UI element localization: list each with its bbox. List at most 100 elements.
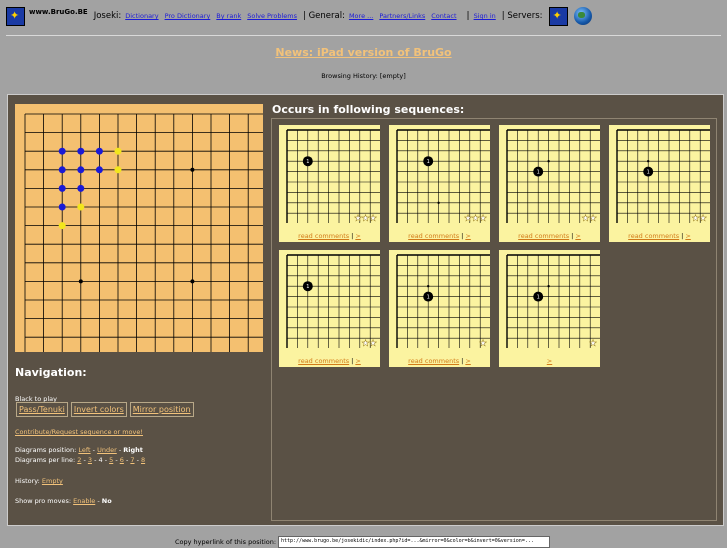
pass-tenuki-button[interactable]: Pass/Tenuki	[16, 402, 68, 417]
card-links: read comments | >	[389, 357, 490, 365]
eu-flag-icon[interactable]	[6, 6, 25, 26]
sequence-card[interactable]: 1 ★ ★ ★ read comments | >	[279, 125, 380, 242]
rating-star-icon: ★	[589, 339, 597, 349]
pro-moves-enable[interactable]: Enable	[73, 497, 95, 505]
card-links: read comments | >	[609, 232, 710, 240]
nav-buttons: Pass/Tenuki Invert colors Mirror positio…	[16, 402, 194, 417]
link-separator: |	[461, 232, 464, 240]
mini-board[interactable]: 1★ ★	[279, 250, 380, 350]
sequence-card[interactable]: 1 ★ ★ ★ read comments | >	[389, 125, 490, 242]
diagrams-position-left[interactable]: Left	[78, 446, 90, 454]
open-sequence-link[interactable]: >	[547, 357, 552, 365]
open-sequence-link[interactable]: >	[355, 357, 360, 365]
globe-icon[interactable]	[573, 7, 592, 25]
mini-board[interactable]: 1★ ★	[499, 125, 600, 225]
mini-board[interactable]: 1★	[389, 250, 490, 350]
general-label: | General:	[303, 11, 345, 21]
blue-stone-marker[interactable]	[77, 147, 85, 155]
news-link[interactable]: News: iPad version of BruGo	[275, 46, 451, 59]
diagrams-position-under[interactable]: Under	[97, 446, 117, 454]
eu-server-flag-icon[interactable]	[548, 6, 568, 26]
read-comments-link[interactable]: read comments	[628, 232, 679, 240]
hoshi-point	[190, 279, 195, 284]
servers-label: | Servers:	[501, 11, 543, 21]
board-grid[interactable]	[15, 104, 263, 352]
history-empty-link[interactable]: Empty	[42, 477, 63, 485]
nav-link-more[interactable]: More ...	[349, 12, 373, 20]
mini-board[interactable]: 1★ ★ ★	[279, 125, 380, 225]
rating-star-icon: ★	[589, 214, 597, 224]
move-number: 1	[427, 159, 430, 165]
joseki-label: Joseki:	[93, 11, 122, 21]
history-label: History:	[15, 477, 40, 485]
yellow-stone-marker[interactable]	[114, 147, 122, 155]
per-line-3[interactable]: 3	[88, 456, 92, 464]
per-line-2[interactable]: 2	[77, 456, 81, 464]
mirror-position-button[interactable]: Mirror position	[129, 402, 194, 417]
read-comments-link[interactable]: read comments	[298, 357, 349, 365]
hyperlink-field[interactable]: http://www.brugo.be/josekidic/index.php?…	[278, 536, 550, 548]
open-sequence-link[interactable]: >	[355, 232, 360, 240]
open-sequence-link[interactable]: >	[575, 232, 580, 240]
mini-board[interactable]: 1★ ★	[609, 125, 710, 225]
link-separator: |	[351, 232, 354, 240]
link-separator: |	[461, 357, 464, 365]
hoshi-point	[78, 279, 83, 284]
sequence-card[interactable]: 1 ★ ★ read comments | >	[609, 125, 710, 242]
card-links: read comments | >	[499, 232, 600, 240]
read-comments-link[interactable]: read comments	[518, 232, 569, 240]
nav-link-pro-dictionary[interactable]: Pro Dictionary	[165, 12, 211, 20]
sequence-card[interactable]: 1 ★ read comments | >	[389, 250, 490, 367]
card-links: >	[499, 357, 600, 365]
blue-stone-marker[interactable]	[77, 166, 85, 174]
nav-link-by-rank[interactable]: By rank	[216, 12, 241, 20]
sequence-card[interactable]: 1 ★ ★ read comments | >	[279, 250, 380, 367]
nav-link-dictionary[interactable]: Dictionary	[125, 12, 158, 20]
sequence-card[interactable]: 1 ★ >	[499, 250, 600, 367]
read-comments-link[interactable]: read comments	[408, 357, 459, 365]
mini-hoshi	[647, 160, 650, 163]
blue-stone-marker[interactable]	[58, 203, 66, 211]
rating-star-icon: ★	[479, 214, 487, 224]
blue-stone-marker[interactable]	[58, 147, 66, 155]
separator: |	[466, 11, 470, 21]
go-board[interactable]	[15, 104, 263, 352]
mini-hoshi	[547, 160, 550, 163]
open-sequence-link[interactable]: >	[465, 357, 470, 365]
open-sequence-link[interactable]: >	[465, 232, 470, 240]
nav-link-solve-problems[interactable]: Solve Problems	[247, 12, 297, 20]
open-sequence-link[interactable]: >	[685, 232, 690, 240]
blue-stone-marker[interactable]	[95, 147, 103, 155]
sequence-card[interactable]: 1 ★ ★ read comments | >	[499, 125, 600, 242]
divider	[6, 35, 721, 36]
history-row: History: Empty	[15, 477, 63, 485]
per-line-8[interactable]: 8	[141, 456, 145, 464]
mini-board[interactable]: 1★	[499, 250, 600, 350]
per-line-5[interactable]: 5	[109, 456, 113, 464]
read-comments-link[interactable]: read comments	[298, 232, 349, 240]
diagrams-position-label: Diagrams position:	[15, 446, 77, 454]
nav-link-contact[interactable]: Contact	[431, 12, 456, 20]
pro-moves-row: Show pro moves: Enable - No	[15, 497, 112, 505]
blue-stone-marker[interactable]	[58, 184, 66, 192]
mini-hoshi	[437, 201, 440, 204]
yellow-stone-marker[interactable]	[77, 203, 85, 211]
link-separator: |	[681, 232, 684, 240]
blue-stone-marker[interactable]	[77, 184, 85, 192]
yellow-stone-marker[interactable]	[58, 222, 66, 230]
nav-link-partners[interactable]: Partners/Links	[379, 12, 425, 20]
mini-board[interactable]: 1★ ★ ★	[389, 125, 490, 225]
sign-in-link[interactable]: Sign in	[474, 12, 496, 20]
pro-moves-no: No	[101, 497, 112, 505]
contribute-link[interactable]: Contribute/Request sequence or move!	[15, 428, 143, 436]
read-comments-link[interactable]: read comments	[408, 232, 459, 240]
move-number: 1	[537, 170, 540, 176]
invert-colors-button[interactable]: Invert colors	[70, 402, 127, 417]
blue-stone-marker[interactable]	[58, 166, 66, 174]
blue-stone-marker[interactable]	[95, 166, 103, 174]
rating-star-icon: ★	[369, 339, 377, 349]
per-line-7[interactable]: 7	[130, 456, 134, 464]
navigation-panel: Navigation: Black to play Pass/Tenuki In…	[15, 352, 263, 520]
per-line-6[interactable]: 6	[120, 456, 124, 464]
yellow-stone-marker[interactable]	[114, 166, 122, 174]
